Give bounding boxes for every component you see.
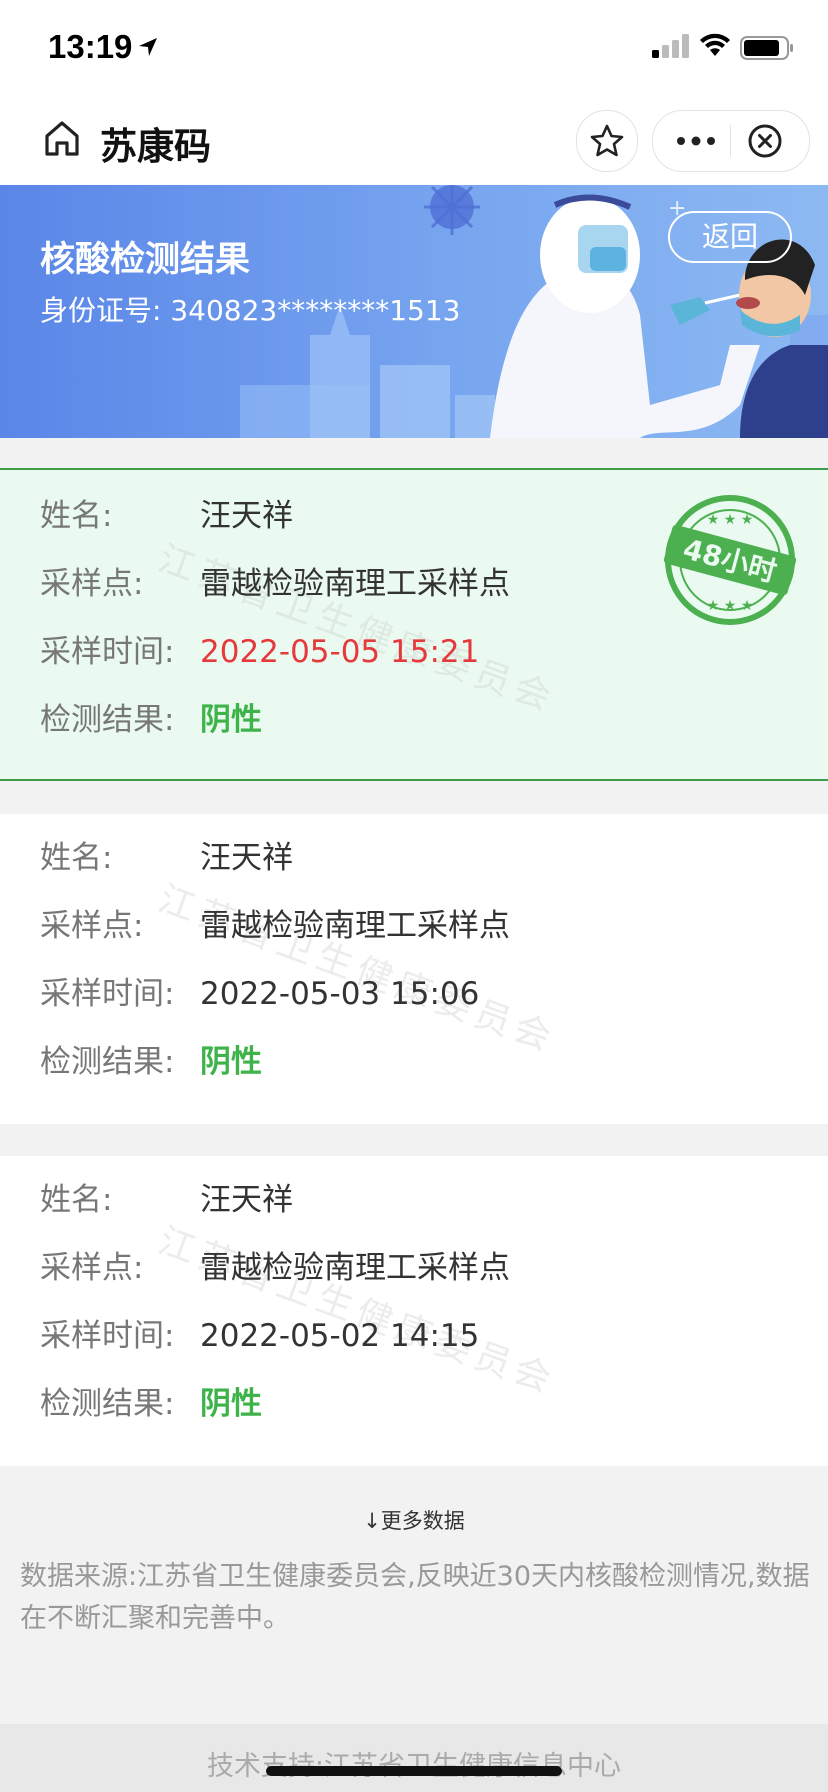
home-icon[interactable] xyxy=(42,118,82,158)
id-label: 身份证号: xyxy=(40,294,162,327)
more-data-link[interactable]: ↓更多数据 xyxy=(0,1505,828,1535)
result-value: 阴性 xyxy=(200,1386,262,1422)
status-time: 13:19 xyxy=(48,28,133,65)
name-value: 汪天祥 xyxy=(200,840,293,876)
time-value: 2022-05-05 15:21 xyxy=(200,634,480,670)
name-label: 姓名: xyxy=(40,840,113,876)
site-value: 雷越检验南理工采样点 xyxy=(200,908,510,944)
name-value: 汪天祥 xyxy=(200,498,293,534)
back-button[interactable]: 返回 xyxy=(668,211,792,263)
48-hour-stamp: 48小时 ★ ★ ★ ★ ★ ★ xyxy=(663,495,797,625)
cellular-signal-icon xyxy=(652,34,689,58)
watermark: 江苏省卫生健康委员会 xyxy=(152,878,562,1061)
menu-capsule xyxy=(652,110,810,172)
footer: 技术支持:江苏省卫生健康信息中心 xyxy=(0,1724,828,1792)
capsule-divider xyxy=(730,125,731,157)
test-record-card: 江苏省卫生健康委员会 姓名: 汪天祥 采样点: 雷越检验南理工采样点 采样时间:… xyxy=(0,814,828,1124)
result-value: 阴性 xyxy=(200,1044,262,1080)
close-mini-program-icon[interactable] xyxy=(747,123,783,159)
svg-text:★ ★ ★: ★ ★ ★ xyxy=(707,598,754,614)
star-icon xyxy=(590,124,624,157)
site-value: 雷越检验南理工采样点 xyxy=(200,566,510,602)
result-banner: + 核酸检测结果 身份证号: 340823********1513 返回 xyxy=(0,185,828,438)
time-value: 2022-05-03 15:06 xyxy=(200,976,480,1012)
result-label: 检测结果: xyxy=(40,702,175,738)
result-value: 阴性 xyxy=(200,702,262,738)
banner-title: 核酸检测结果 xyxy=(40,240,251,280)
time-label: 采样时间: xyxy=(40,634,175,670)
site-label: 采样点: xyxy=(40,1250,144,1286)
tech-support-text: 技术支持:江苏省卫生健康信息中心 xyxy=(0,1744,828,1783)
id-number: 身份证号: 340823********1513 xyxy=(40,289,461,329)
page-title: 苏康码 xyxy=(100,125,211,168)
svg-text:★ ★ ★: ★ ★ ★ xyxy=(707,512,754,528)
more-icon[interactable] xyxy=(675,129,717,153)
location-arrow-icon xyxy=(139,38,157,56)
data-source-note: 数据来源:江苏省卫生健康委员会,反映近30天内核酸检测情况,数据在不断汇聚和完善… xyxy=(20,1561,810,1634)
site-value: 雷越检验南理工采样点 xyxy=(200,1250,510,1286)
time-label: 采样时间: xyxy=(40,1318,175,1354)
site-label: 采样点: xyxy=(40,566,144,602)
site-label: 采样点: xyxy=(40,908,144,944)
name-value: 汪天祥 xyxy=(200,1182,293,1218)
status-bar: 13:19 xyxy=(0,0,828,96)
watermark: 江苏省卫生健康委员会 xyxy=(152,1220,562,1403)
test-record-card: 江苏省卫生健康委员会 姓名: 汪天祥 采样点: 雷越检验南理工采样点 采样时间:… xyxy=(0,468,828,781)
time-label: 采样时间: xyxy=(40,976,175,1012)
test-record-card: 江苏省卫生健康委员会 姓名: 汪天祥 采样点: 雷越检验南理工采样点 采样时间:… xyxy=(0,1156,828,1466)
name-label: 姓名: xyxy=(40,1182,113,1218)
home-indicator[interactable] xyxy=(266,1766,562,1776)
result-label: 检测结果: xyxy=(40,1044,175,1080)
battery-icon xyxy=(740,36,793,60)
watermark: 江苏省卫生健康委员会 xyxy=(152,538,562,721)
id-value: 340823********1513 xyxy=(170,294,461,327)
favorite-button[interactable] xyxy=(576,110,638,172)
wifi-icon xyxy=(700,33,730,56)
time-value: 2022-05-02 14:15 xyxy=(200,1318,480,1354)
name-label: 姓名: xyxy=(40,498,113,534)
result-label: 检测结果: xyxy=(40,1386,175,1422)
navigation-bar: 苏康码 xyxy=(0,96,828,185)
